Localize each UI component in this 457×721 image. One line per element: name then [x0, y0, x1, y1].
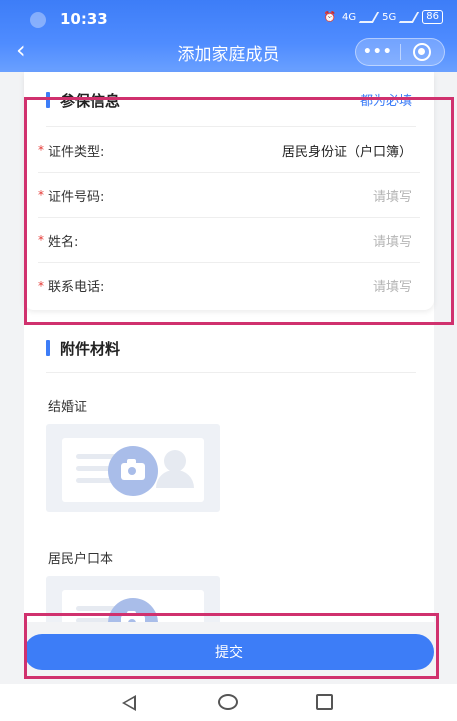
- insurance-info-card: 参保信息 都为必填 * 证件类型: 居民身份证（户口簿） * 证件号码: 请填写…: [24, 72, 434, 310]
- alarm-icon: ⏰: [323, 11, 337, 23]
- submit-bar: 提交: [0, 622, 457, 684]
- status-time: 10:33: [60, 10, 108, 28]
- system-back-icon[interactable]: [122, 695, 136, 711]
- phone-input[interactable]: 请填写: [373, 276, 412, 295]
- id-type-value[interactable]: 居民身份证（户口簿）: [282, 141, 412, 160]
- attachment-label-household: 居民户口本: [48, 552, 114, 567]
- attachments-section-header: 附件材料: [46, 336, 120, 360]
- target-circle-icon: [413, 43, 432, 61]
- required-star: *: [38, 188, 44, 202]
- required-star: *: [38, 233, 44, 247]
- field-id-type[interactable]: * 证件类型: 居民身份证（户口簿）: [38, 128, 420, 173]
- network-label-2: 5G: [382, 11, 397, 23]
- system-nav-bar: [0, 684, 457, 721]
- field-label: 姓名:: [48, 234, 79, 250]
- name-input[interactable]: 请填写: [373, 231, 412, 250]
- signal-icon-2: [399, 11, 420, 23]
- field-label: 联系电话:: [48, 280, 105, 295]
- form-content: 参保信息 都为必填 * 证件类型: 居民身份证（户口簿） * 证件号码: 请填写…: [24, 72, 434, 622]
- required-note: 都为必填: [359, 94, 412, 109]
- miniapp-capsule: •••: [355, 38, 445, 66]
- status-bar: 10:33 ⏰ 4G 5G 86: [0, 0, 457, 34]
- more-menu-icon[interactable]: •••: [356, 44, 400, 60]
- field-label: 证件类型:: [48, 144, 105, 160]
- field-phone[interactable]: * 联系电话: 请填写: [38, 263, 420, 308]
- system-recents-icon[interactable]: [316, 694, 333, 710]
- section-divider: [46, 126, 416, 127]
- id-number-input[interactable]: 请填写: [373, 186, 412, 205]
- field-id-number[interactable]: * 证件号码: 请填写: [38, 173, 420, 218]
- status-icons: ⏰ 4G 5G 86: [324, 10, 443, 24]
- required-star: *: [38, 278, 44, 293]
- close-miniapp-button[interactable]: [401, 43, 445, 61]
- nav-bar: ‹ 添加家庭成员 •••: [0, 34, 457, 70]
- attachment-label-marriage: 结婚证: [48, 400, 88, 415]
- section-divider: [46, 372, 416, 373]
- insurance-section-title: 参保信息: [60, 91, 121, 110]
- section-accent-bar: [46, 92, 50, 108]
- section-accent-bar: [46, 340, 50, 356]
- system-home-icon[interactable]: [218, 694, 238, 710]
- signal-icon: [358, 11, 380, 23]
- notification-dot-icon: [30, 12, 46, 28]
- submit-button[interactable]: 提交: [24, 634, 434, 670]
- field-label: 证件号码:: [48, 189, 105, 205]
- person-silhouette-icon: [164, 450, 186, 472]
- camera-icon: [108, 446, 158, 496]
- upload-household-register[interactable]: [46, 576, 220, 622]
- app-header: 10:33 ⏰ 4G 5G 86 ‹ 添加家庭成员 •••: [0, 0, 457, 72]
- field-name[interactable]: * 姓名: 请填写: [38, 218, 420, 263]
- network-label-1: 4G: [342, 11, 357, 23]
- battery-icon: 86: [422, 10, 443, 24]
- insurance-section-header: 参保信息: [46, 88, 120, 112]
- required-star: *: [38, 143, 44, 157]
- attachments-section-title: 附件材料: [60, 339, 121, 358]
- upload-marriage-certificate[interactable]: [46, 424, 220, 512]
